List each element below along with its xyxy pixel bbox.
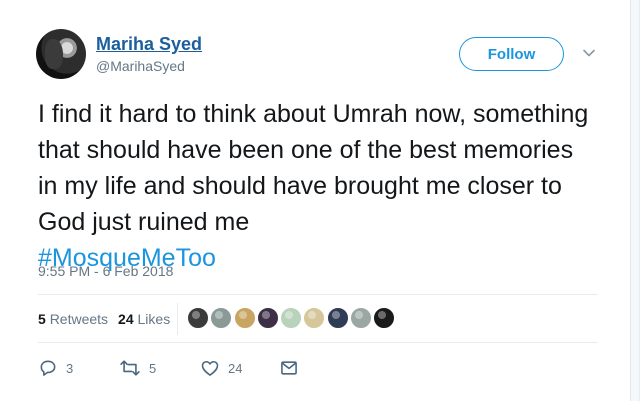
retweet-button[interactable]: 5 xyxy=(119,358,156,378)
likes-label: Likes xyxy=(137,311,171,327)
likes-count: 24 xyxy=(118,311,134,327)
follow-button[interactable]: Follow xyxy=(459,37,564,71)
divider xyxy=(38,342,598,343)
heart-icon xyxy=(201,360,219,376)
direct-message-button[interactable] xyxy=(279,358,299,378)
retweet-count: 5 xyxy=(149,360,157,376)
like-count: 24 xyxy=(228,360,243,376)
engagement-stats: 5 Retweets 24 Likes xyxy=(38,311,170,327)
stats-separator xyxy=(177,303,178,335)
liker-avatar[interactable] xyxy=(350,307,373,329)
retweet-icon xyxy=(120,360,140,376)
tweet-text: I find it hard to think about Umrah now,… xyxy=(38,96,598,276)
scrollbar-track[interactable] xyxy=(630,0,639,401)
liker-avatar[interactable] xyxy=(233,307,256,329)
divider xyxy=(38,294,598,295)
tweet-actions: 3 5 24 xyxy=(38,358,338,380)
retweets-count: 5 xyxy=(38,311,46,327)
tweet-body: I find it hard to think about Umrah now,… xyxy=(38,100,589,236)
reply-count: 3 xyxy=(66,360,74,376)
liker-avatar[interactable] xyxy=(210,307,233,329)
user-handle[interactable]: @MarihaSyed xyxy=(96,58,185,74)
reply-icon xyxy=(40,360,56,376)
retweets-label: Retweets xyxy=(49,311,109,327)
chevron-down-icon[interactable] xyxy=(582,46,596,60)
liker-avatar[interactable] xyxy=(280,307,303,329)
user-avatar[interactable] xyxy=(36,29,86,79)
retweets-stat[interactable]: 5 Retweets xyxy=(38,311,108,327)
liker-avatar[interactable] xyxy=(373,307,396,329)
envelope-icon xyxy=(281,361,297,375)
liker-avatars xyxy=(187,307,397,329)
liker-avatar[interactable] xyxy=(256,307,279,329)
user-display-name[interactable]: Mariha Syed xyxy=(96,34,202,55)
liker-avatar[interactable] xyxy=(187,307,209,329)
tweet-card: Mariha Syed @MarihaSyed Follow I find it… xyxy=(0,0,640,401)
likes-stat[interactable]: 24 Likes xyxy=(118,311,170,327)
tweet-timestamp[interactable]: 9:55 PM - 6 Feb 2018 xyxy=(38,263,173,279)
like-button[interactable]: 24 xyxy=(200,358,242,378)
liker-avatar[interactable] xyxy=(326,307,349,329)
reply-button[interactable]: 3 xyxy=(38,358,73,378)
liker-avatar[interactable] xyxy=(303,307,326,329)
